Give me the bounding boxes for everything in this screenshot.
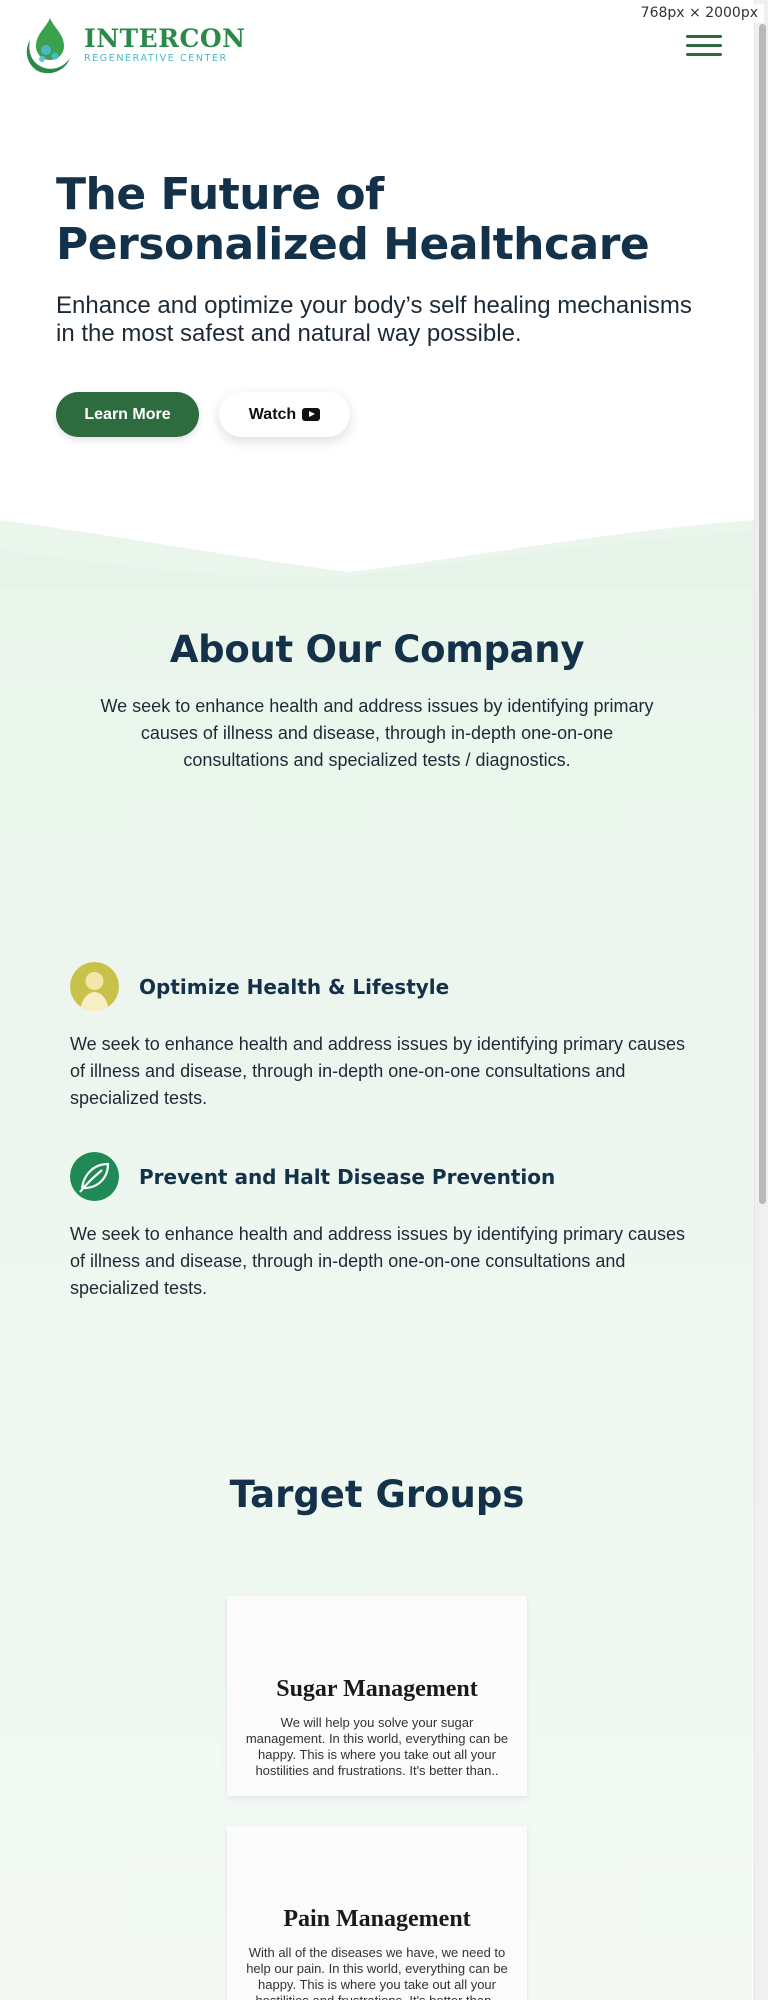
scrollbar-thumb[interactable] [759,24,766,1204]
card-title: Sugar Management [276,1676,478,1702]
feature-item: Optimize Health & Lifestyle We seek to e… [70,962,690,1112]
watch-button-label: Watch [248,405,297,423]
features-section: Optimize Health & Lifestyle We seek to e… [70,962,690,1342]
about-title: About Our Company [169,628,585,671]
logo-drop-icon [26,18,70,74]
card-text: We will help you solve your sugar manage… [245,1715,509,1778]
hero-subtitle: Enhance and optimize your body’s self he… [56,292,692,347]
about-section: About Our Company We seek to enhance hea… [0,628,754,774]
feature-title: Prevent and Halt Disease Prevention [139,1164,556,1189]
feature-text: We seek to enhance health and address is… [70,1224,686,1298]
hamburger-menu-icon[interactable] [686,28,722,62]
card-title: Pain Management [283,1906,471,1932]
page-scrollbar[interactable] [754,0,768,2000]
person-icon [70,962,119,1011]
feature-text: We seek to enhance health and address is… [70,1034,686,1108]
learn-more-button[interactable]: Learn More [56,392,199,437]
watch-button[interactable]: Watch [219,392,350,437]
play-video-icon [302,408,321,421]
about-text: We seek to enhance health and address is… [100,696,654,770]
viewport-size-label: 768px × 2000px [634,4,764,23]
card-text: With all of the diseases we have, we nee… [246,1945,508,2000]
leaf-icon [70,1152,119,1201]
target-groups-title: Target Groups [229,1473,525,1516]
feature-item: Prevent and Halt Disease Prevention We s… [70,1152,690,1302]
hero-buttons: Learn More Watch [56,392,706,437]
feature-title: Optimize Health & Lifestyle [139,974,450,999]
site-logo[interactable]: INTERCON REGENERATIVE CENTER [20,14,246,76]
hero-section: The Future of Personalized Healthcare En… [56,170,706,437]
logo-name: INTERCON [84,24,246,53]
target-group-card[interactable]: Sugar Management We will help you solve … [227,1596,527,1796]
logo-tagline: REGENERATIVE CENTER [84,53,228,64]
hero-title: The Future of Personalized Healthcare [56,169,650,270]
target-group-card[interactable]: Pain Management With all of the diseases… [227,1826,527,2000]
